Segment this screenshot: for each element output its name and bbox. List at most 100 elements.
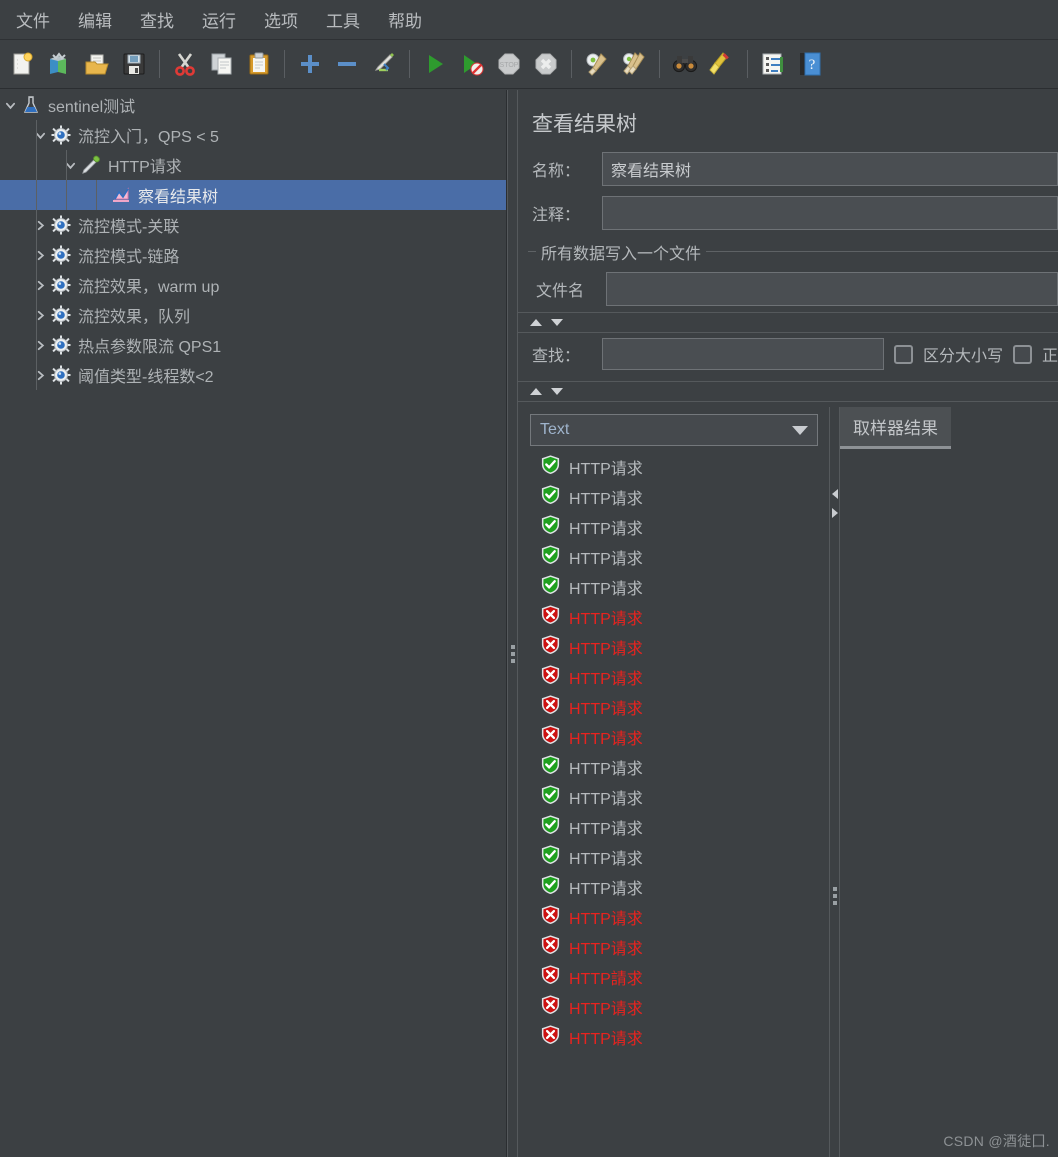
sampler-result-label: HTTP请求 bbox=[569, 761, 643, 778]
main-splitter[interactable] bbox=[507, 90, 518, 1157]
start-no-timers-icon[interactable] bbox=[455, 45, 489, 83]
clear-gear-broom-icon[interactable] bbox=[580, 45, 614, 83]
sampler-list[interactable]: HTTP请求 HTTP请求 HTTP请求 HTTP请求 HTTP请求 HTTP请求 HTTP… bbox=[518, 452, 829, 1052]
menu-file[interactable]: 文件 bbox=[2, 3, 64, 36]
menu-tools[interactable]: 工具 bbox=[312, 3, 374, 36]
sampler-result-item[interactable]: HTTP请求 bbox=[540, 482, 829, 512]
sampler-result-item[interactable]: HTTP请求 bbox=[540, 932, 829, 962]
sampler-result-label: HTTP请求 bbox=[569, 881, 643, 898]
open-folder-icon[interactable] bbox=[80, 45, 114, 83]
chevron-right-icon[interactable] bbox=[30, 335, 50, 355]
tree-node[interactable]: sentinel测试 bbox=[0, 90, 506, 120]
new-document-icon[interactable] bbox=[6, 45, 40, 83]
sampler-list-pane: Text HTTP请求 HTTP请求 HTTP请求 HTTP请求 HTTP请求 HTTP请… bbox=[518, 407, 829, 1157]
search-input[interactable] bbox=[602, 338, 884, 370]
cut-scissors-icon[interactable] bbox=[168, 45, 202, 83]
clear-all-gear-broom-icon[interactable] bbox=[617, 45, 651, 83]
search-scroll-down-icon[interactable] bbox=[551, 388, 563, 395]
search-scroll-up-icon[interactable] bbox=[530, 388, 542, 395]
name-input[interactable] bbox=[602, 152, 1058, 186]
sampler-result-item[interactable]: HTTP请求 bbox=[540, 902, 829, 932]
tree-node[interactable]: 流控入门，QPS < 5 bbox=[0, 120, 506, 150]
chevron-right-icon[interactable] bbox=[30, 215, 50, 235]
sampler-result-item[interactable]: HTTP请求 bbox=[540, 1022, 829, 1052]
comment-input[interactable] bbox=[602, 196, 1058, 230]
sampler-result-item[interactable]: HTTP请求 bbox=[540, 752, 829, 782]
scroll-down-icon[interactable] bbox=[551, 319, 563, 326]
chevron-down-icon[interactable] bbox=[60, 155, 80, 175]
chevron-down-icon[interactable] bbox=[0, 95, 20, 115]
sampler-result-item[interactable]: HTTP请求 bbox=[540, 452, 829, 482]
tree-node[interactable]: 流控模式-关联 bbox=[0, 210, 506, 240]
sampler-result-item[interactable]: HTTP请求 bbox=[540, 722, 829, 752]
sampler-result-item[interactable]: HTTP请求 bbox=[540, 512, 829, 542]
tree-node-label: 察看结果树 bbox=[138, 189, 219, 206]
tree-node[interactable]: 阈值类型-线程数<2 bbox=[0, 360, 506, 390]
menu-options[interactable]: 选项 bbox=[250, 3, 312, 36]
collapse-left-icon[interactable] bbox=[831, 489, 838, 499]
tree-node[interactable]: 热点参数限流 QPS1 bbox=[0, 330, 506, 360]
filename-input[interactable] bbox=[606, 272, 1058, 306]
chevron-right-icon[interactable] bbox=[30, 275, 50, 295]
menu-search[interactable]: 查找 bbox=[126, 3, 188, 36]
stop-icon[interactable]: STOP bbox=[492, 45, 526, 83]
chevron-down-icon[interactable] bbox=[30, 125, 50, 145]
sampler-result-item[interactable]: HTTP请求 bbox=[540, 662, 829, 692]
shutdown-icon[interactable] bbox=[529, 45, 563, 83]
tree-node[interactable]: 流控效果，队列 bbox=[0, 300, 506, 330]
tree-node[interactable]: 察看结果树 bbox=[0, 180, 506, 210]
start-play-icon[interactable] bbox=[418, 45, 452, 83]
sampler-result-item[interactable]: HTTP请求 bbox=[540, 692, 829, 722]
search-binoculars-icon[interactable] bbox=[668, 45, 702, 83]
detail-tabs: 取样器结果 bbox=[840, 407, 1058, 449]
regex-checkbox[interactable] bbox=[1013, 344, 1032, 364]
success-shield-icon bbox=[540, 454, 561, 480]
results-splitter-grip[interactable] bbox=[832, 887, 837, 905]
success-shield-icon bbox=[540, 874, 561, 900]
success-shield-icon bbox=[540, 484, 561, 510]
collapse-minus-icon[interactable] bbox=[330, 45, 364, 83]
tree-node[interactable]: 流控效果，warm up bbox=[0, 270, 506, 300]
chevron-right-icon[interactable] bbox=[30, 305, 50, 325]
splitter-grip[interactable] bbox=[510, 645, 515, 663]
tab-sampler-result[interactable]: 取样器结果 bbox=[840, 407, 951, 449]
sampler-result-item[interactable]: HTTP请求 bbox=[540, 872, 829, 902]
menu-run[interactable]: 运行 bbox=[188, 3, 250, 36]
splitter-arrows[interactable] bbox=[831, 489, 838, 518]
svg-text:STOP: STOP bbox=[500, 62, 519, 69]
expand-plus-icon[interactable] bbox=[293, 45, 327, 83]
sampler-result-item[interactable]: HTTP请求 bbox=[540, 632, 829, 662]
menu-edit[interactable]: 编辑 bbox=[64, 3, 126, 36]
sampler-result-label: HTTP请求 bbox=[569, 821, 643, 838]
toggle-pencil-icon[interactable] bbox=[367, 45, 401, 83]
sampler-result-label: HTTP请求 bbox=[569, 521, 643, 538]
reset-search-broom-icon[interactable] bbox=[705, 45, 739, 83]
sampler-result-item[interactable]: HTTP请求 bbox=[540, 812, 829, 842]
chevron-right-icon[interactable] bbox=[30, 365, 50, 385]
sampler-result-item[interactable]: HTTP请求 bbox=[540, 602, 829, 632]
paste-clipboard-icon[interactable] bbox=[242, 45, 276, 83]
expand-right-icon[interactable] bbox=[831, 508, 838, 518]
sampler-result-item[interactable]: HTTP请求 bbox=[540, 992, 829, 1022]
render-select[interactable]: Text bbox=[530, 414, 818, 446]
sampler-result-item[interactable]: HTTP请求 bbox=[540, 542, 829, 572]
menu-help[interactable]: 帮助 bbox=[374, 3, 436, 36]
chevron-right-icon[interactable] bbox=[30, 245, 50, 265]
function-helper-icon[interactable] bbox=[756, 45, 790, 83]
help-question-icon[interactable]: ? bbox=[793, 45, 827, 83]
tree-node[interactable]: 流控模式-链路 bbox=[0, 240, 506, 270]
case-sensitive-checkbox[interactable] bbox=[893, 344, 913, 364]
new-test-plan-icon[interactable] bbox=[43, 45, 77, 83]
sampler-result-item[interactable]: HTTP请求 bbox=[540, 572, 829, 602]
tree-node[interactable]: HTTP请求 bbox=[0, 150, 506, 180]
sampler-result-label: HTTP请求 bbox=[569, 671, 643, 688]
sampler-result-item[interactable]: HTTP请求 bbox=[540, 782, 829, 812]
save-floppy-icon[interactable] bbox=[117, 45, 151, 83]
sampler-result-item[interactable]: HTTP请求 bbox=[540, 842, 829, 872]
scroll-up-icon[interactable] bbox=[530, 319, 542, 326]
copy-pages-icon[interactable] bbox=[205, 45, 239, 83]
results-splitter[interactable] bbox=[829, 407, 840, 1157]
test-plan-tree[interactable]: sentinel测试 流控入门，QPS < 5 HTTP请求察看结果树流控模式-关联… bbox=[0, 90, 507, 1157]
sampler-result-item[interactable]: HTTP請求 bbox=[540, 962, 829, 992]
